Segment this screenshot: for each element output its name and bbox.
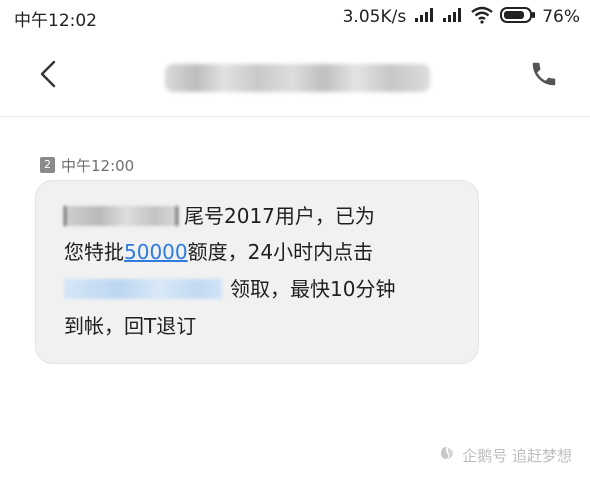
status-indicators: 3.05K/s 76% xyxy=(343,5,580,29)
message-line: 尾号2017用户，已为 xyxy=(64,203,375,229)
signal-icon xyxy=(414,7,436,27)
message-meta: 2 中午12:00 xyxy=(40,155,134,175)
sim-badge: 2 xyxy=(40,157,55,173)
signal-icon xyxy=(442,7,464,27)
message-line: 到帐，回T退订 xyxy=(64,313,196,339)
phone-icon xyxy=(529,59,559,93)
message-time: 中午12:00 xyxy=(61,156,135,175)
chevron-left-icon xyxy=(38,59,58,93)
watermark-text: 企鹅号 追赶梦想 xyxy=(462,446,572,465)
back-button[interactable] xyxy=(30,56,66,96)
battery-percentage: 76% xyxy=(542,7,580,27)
status-bar: 中午12:02 3.05K/s 76% xyxy=(0,0,590,34)
message-text: 到帐，回T退订 xyxy=(64,314,197,338)
message-text: 尾号2017用户，已为 xyxy=(184,204,375,228)
contact-name-redacted xyxy=(165,64,430,92)
network-speed: 3.05K/s xyxy=(342,7,407,27)
message-bubble[interactable]: 尾号2017用户，已为 您特批50000额度，24小时内点击 领取，最快10分钟… xyxy=(35,180,479,364)
sms-conversation-screen: 中午12:02 3.05K/s 76% 2 中午12:00 尾号2017用户，已… xyxy=(0,0,590,480)
battery-icon xyxy=(500,6,536,28)
message-text: 您特批 xyxy=(64,240,124,264)
watermark: 企鹅号 追赶梦想 xyxy=(438,444,572,466)
message-text: 额度，24小时内点击 xyxy=(187,240,374,264)
call-button[interactable] xyxy=(526,58,562,94)
message-line: 领取，最快10分钟 xyxy=(64,276,395,302)
message-text: 领取，最快10分钟 xyxy=(230,277,396,301)
conversation-header xyxy=(0,34,590,117)
message-line: 您特批50000额度，24小时内点击 xyxy=(64,239,373,265)
status-time: 中午12:02 xyxy=(14,11,97,31)
redacted-text xyxy=(64,206,178,226)
redacted-link[interactable] xyxy=(64,279,222,299)
penguin-logo-icon xyxy=(438,444,456,466)
wifi-icon xyxy=(470,6,494,28)
amount-link[interactable]: 50000 xyxy=(124,240,188,264)
